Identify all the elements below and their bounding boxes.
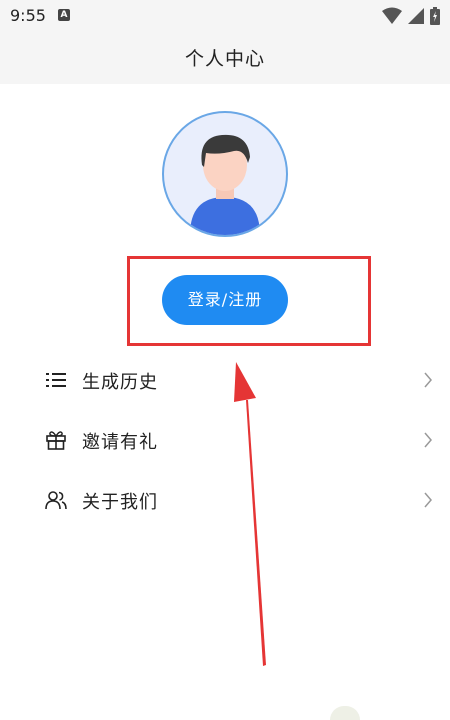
avatar[interactable]: [162, 111, 288, 237]
default-user-avatar-icon: [190, 134, 260, 235]
list-icon: [46, 373, 66, 387]
menu-item-label: 邀请有礼: [82, 432, 158, 453]
users-icon: [45, 491, 67, 510]
menu-item-label: 生成历史: [82, 372, 158, 393]
status-bar: 9:55 A: [0, 0, 450, 32]
gift-icon: [46, 431, 66, 450]
wifi-icon: [381, 7, 402, 24]
chevron-right-icon: [424, 432, 432, 448]
notification-icon: A: [58, 9, 70, 21]
red-arrow-annotation: [234, 362, 266, 666]
status-time: 9:55: [10, 6, 46, 25]
floating-element: [330, 706, 360, 720]
login-register-button[interactable]: 登录/注册: [162, 275, 288, 325]
header: 个人中心: [0, 32, 450, 84]
page-title: 个人中心: [184, 48, 265, 70]
status-icons: [381, 7, 440, 25]
chevron-right-icon: [424, 372, 432, 388]
battery-icon: [430, 7, 440, 25]
chevron-right-icon: [424, 492, 432, 508]
signal-icon: [407, 8, 424, 24]
menu-item-label: 关于我们: [82, 492, 158, 513]
